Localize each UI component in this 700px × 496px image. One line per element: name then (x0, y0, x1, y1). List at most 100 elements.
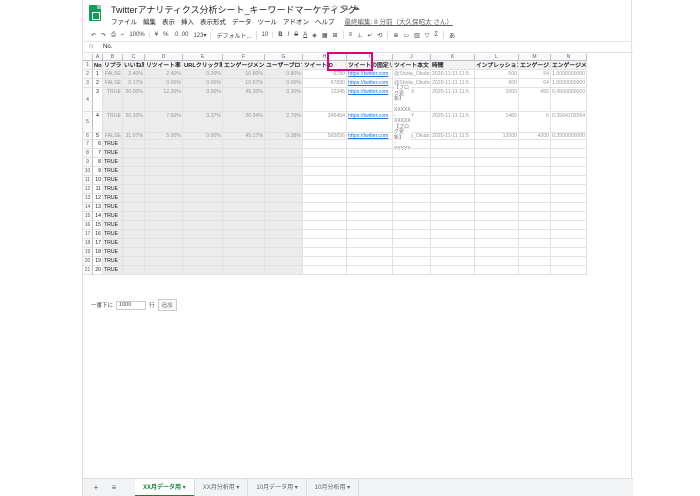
data-cell[interactable]: 12.30% (145, 88, 183, 112)
data-cell[interactable] (519, 185, 551, 194)
data-cell[interactable]: 345454 (303, 112, 347, 133)
row-header[interactable]: 4 (83, 88, 93, 112)
data-cell[interactable] (347, 203, 393, 212)
formula-input[interactable]: No. (103, 44, 112, 50)
data-cell[interactable] (431, 185, 475, 194)
data-cell[interactable] (475, 158, 519, 167)
data-cell[interactable] (145, 140, 183, 149)
data-cell[interactable] (303, 158, 347, 167)
data-cell[interactable] (347, 176, 393, 185)
number-format-select[interactable]: 123▾ (193, 31, 212, 39)
data-cell[interactable]: 0.20% (183, 70, 223, 79)
data-cell[interactable] (393, 185, 431, 194)
data-cell[interactable]: 0.00% (183, 88, 223, 112)
data-cell[interactable] (347, 239, 393, 248)
data-cell[interactable] (431, 266, 475, 275)
data-cell[interactable] (265, 149, 303, 158)
header-cell[interactable]: いいね率 (123, 61, 145, 70)
data-cell[interactable]: 0.38% (265, 133, 303, 140)
data-cell[interactable]: 2020-11-11 11:5 (431, 88, 475, 112)
data-cell[interactable] (145, 176, 183, 185)
data-cell[interactable] (431, 176, 475, 185)
sheet-tab[interactable]: XX月分析用 ▾ (195, 478, 249, 496)
data-cell[interactable]: 2020-11-11 11:5 (431, 133, 475, 140)
row-header[interactable]: 21 (83, 266, 93, 275)
data-cell[interactable]: 9 (93, 167, 103, 176)
data-cell[interactable] (393, 239, 431, 248)
row-header[interactable]: 13 (83, 194, 93, 203)
data-cell[interactable] (123, 221, 145, 230)
menu-insert[interactable]: 挿入 (181, 16, 194, 26)
menu-edit[interactable]: 編集 (143, 16, 156, 26)
data-cell[interactable] (475, 140, 519, 149)
data-cell[interactable] (123, 230, 145, 239)
valign-icon[interactable]: ⊥ (357, 32, 362, 39)
data-cell[interactable] (145, 158, 183, 167)
data-cell[interactable] (519, 176, 551, 185)
data-cell[interactable] (265, 230, 303, 239)
row-header[interactable]: 10 (83, 167, 93, 176)
data-cell[interactable] (393, 266, 431, 275)
data-cell[interactable] (123, 149, 145, 158)
data-cell[interactable]: TRUE (103, 239, 123, 248)
data-cell[interactable] (475, 266, 519, 275)
data-cell[interactable] (223, 230, 265, 239)
data-cell[interactable]: 54 (519, 70, 551, 79)
data-cell[interactable] (475, 203, 519, 212)
data-cell[interactable]: 1460 (475, 112, 519, 133)
column-header[interactable]: D (145, 54, 183, 61)
link-icon[interactable]: ⊕ (393, 32, 398, 39)
data-cell[interactable]: 6 (519, 112, 551, 133)
select-all-corner[interactable] (83, 54, 93, 61)
data-cell[interactable] (347, 248, 393, 257)
data-cell[interactable] (475, 194, 519, 203)
data-cell[interactable] (223, 176, 265, 185)
data-cell[interactable] (223, 257, 265, 266)
rotate-icon[interactable]: ⟲ (377, 32, 382, 39)
data-cell[interactable] (223, 212, 265, 221)
header-cell[interactable]: リツイート率 (145, 61, 183, 70)
data-cell[interactable] (347, 185, 393, 194)
data-cell[interactable] (123, 176, 145, 185)
row-header[interactable]: 19 (83, 248, 93, 257)
data-cell[interactable] (431, 221, 475, 230)
row-header[interactable]: 15 (83, 212, 93, 221)
column-header[interactable]: K (431, 54, 475, 61)
header-cell[interactable]: インプレッション (475, 61, 519, 70)
data-cell[interactable] (145, 185, 183, 194)
data-cell[interactable] (475, 212, 519, 221)
data-cell[interactable] (265, 239, 303, 248)
menu-data[interactable]: データ (232, 16, 252, 26)
data-cell[interactable] (123, 194, 145, 203)
header-cell[interactable]: 時間 (431, 61, 475, 70)
data-cell[interactable] (519, 158, 551, 167)
row-header[interactable]: 16 (83, 221, 93, 230)
data-cell[interactable] (123, 212, 145, 221)
data-cell[interactable]: 2020-11-11 11:5 (431, 112, 475, 133)
percent-button[interactable]: % (163, 32, 168, 38)
data-cell[interactable]: TRUE (103, 257, 123, 266)
row-header[interactable]: 9 (83, 158, 93, 167)
data-cell[interactable]: 565656 (303, 133, 347, 140)
data-cell[interactable]: 2020-11-11 11:5 (431, 70, 475, 79)
data-cell[interactable]: TRUE (103, 212, 123, 221)
data-cell[interactable]: 4200 (519, 133, 551, 140)
menu-view[interactable]: 表示 (162, 16, 175, 26)
undo-icon[interactable]: ↶ (91, 32, 96, 39)
header-cell[interactable]: ユーザープロフィール (265, 61, 303, 70)
data-cell[interactable]: 8 (93, 158, 103, 167)
data-cell[interactable] (519, 203, 551, 212)
data-cell[interactable] (347, 257, 393, 266)
data-cell[interactable] (303, 230, 347, 239)
data-cell[interactable] (551, 149, 587, 158)
data-cell[interactable] (475, 239, 519, 248)
data-cell[interactable] (303, 185, 347, 194)
data-cell[interactable] (393, 194, 431, 203)
italic-button[interactable]: I (288, 32, 290, 38)
data-cell[interactable]: TRUE (103, 248, 123, 257)
data-cell[interactable] (183, 248, 223, 257)
data-cell[interactable] (431, 230, 475, 239)
data-cell[interactable] (183, 230, 223, 239)
data-cell[interactable]: 12 (93, 194, 103, 203)
data-cell[interactable] (431, 149, 475, 158)
